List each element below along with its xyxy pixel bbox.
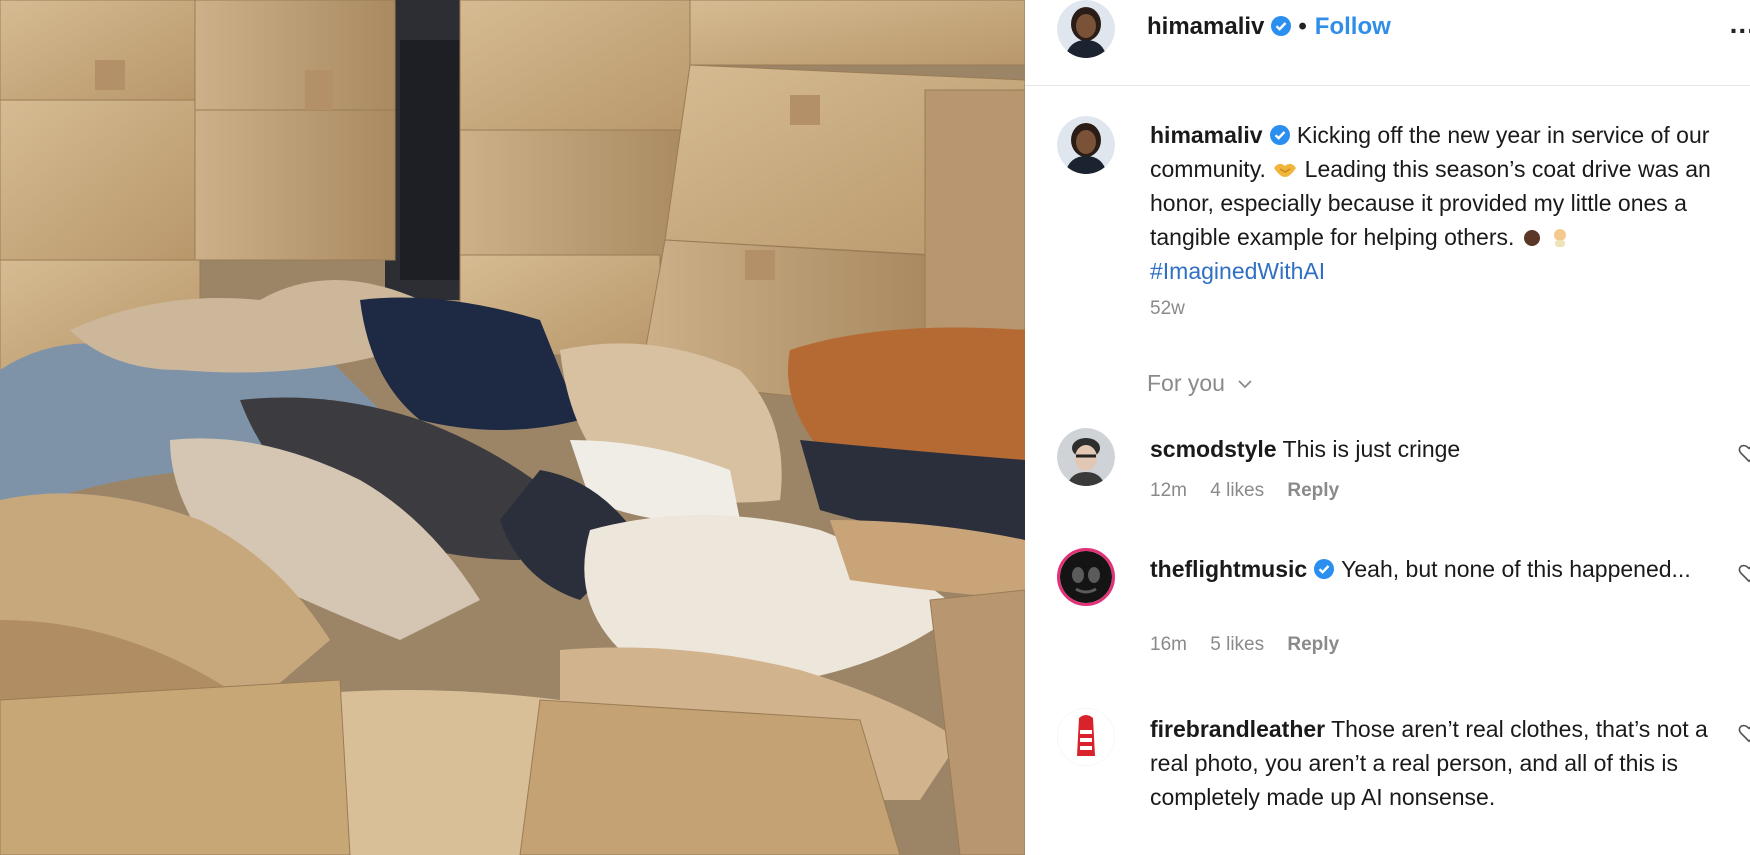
- follow-button[interactable]: Follow: [1315, 13, 1391, 40]
- commenter-avatar[interactable]: [1057, 548, 1115, 606]
- chevron-down-icon: [1238, 380, 1253, 389]
- comment-likes[interactable]: 5 likes: [1210, 634, 1264, 655]
- hand-emoji: [1523, 230, 1540, 246]
- separator-dot: •: [1298, 13, 1307, 40]
- caption-username[interactable]: himamaliv: [1150, 122, 1263, 148]
- coat-drive-photo: [0, 0, 1025, 855]
- handshake-emoji: [1274, 163, 1297, 177]
- commenter-username[interactable]: firebrandleather: [1150, 716, 1325, 742]
- author-username[interactable]: himamaliv: [1147, 13, 1264, 40]
- commenter-username[interactable]: theflightmusic: [1150, 556, 1307, 582]
- comment-text: scmodstyle This is just cringe: [1150, 432, 1720, 466]
- header-line: himamaliv • Follow: [1147, 12, 1391, 42]
- heart-icon[interactable]: [1738, 442, 1750, 464]
- comment-text: firebrandleather Those aren’t real cloth…: [1150, 712, 1720, 814]
- caption-text: himamaliv Kicking off the new year in se…: [1150, 118, 1730, 288]
- verified-badge-icon: [1271, 16, 1292, 36]
- commenter-avatar[interactable]: [1057, 428, 1115, 486]
- post-panel: himamaliv • Follow ... himamaliv Kicking o…: [1025, 0, 1750, 855]
- post-timestamp: 52w: [1150, 298, 1185, 319]
- comment-meta: 16m 5 likes Reply: [1150, 634, 1357, 656]
- hashtag-link[interactable]: #ImaginedWithAI: [1150, 258, 1325, 284]
- reply-button[interactable]: Reply: [1287, 480, 1339, 501]
- comment-text: theflightmusic Yeah, but none of this ha…: [1150, 552, 1720, 586]
- heart-icon[interactable]: [1738, 722, 1750, 744]
- commenter-username[interactable]: scmodstyle: [1150, 436, 1277, 462]
- commenter-avatar[interactable]: [1057, 708, 1115, 766]
- comment-sort-dropdown[interactable]: For you: [1147, 370, 1253, 397]
- comment-time: 12m: [1150, 480, 1187, 501]
- more-options-icon[interactable]: ...: [1730, 8, 1750, 40]
- comment-time: 16m: [1150, 634, 1187, 655]
- comment-body: This is just cringe: [1282, 436, 1461, 462]
- author-avatar[interactable]: [1057, 0, 1115, 58]
- comment-body: Yeah, but none of this happened...: [1341, 556, 1691, 582]
- heart-icon[interactable]: [1738, 562, 1750, 584]
- verified-badge-icon: [1314, 559, 1335, 579]
- caption-avatar[interactable]: [1057, 116, 1115, 174]
- comment-likes[interactable]: 4 likes: [1210, 480, 1264, 501]
- verified-badge-icon: [1269, 125, 1290, 145]
- post-header: himamaliv • Follow ...: [1025, 0, 1750, 86]
- sort-label: For you: [1147, 370, 1225, 396]
- reply-button[interactable]: Reply: [1287, 634, 1339, 655]
- comment-meta: 12m 4 likes Reply: [1150, 480, 1357, 502]
- post-image[interactable]: [0, 0, 1025, 855]
- baby-emoji: [1554, 229, 1567, 247]
